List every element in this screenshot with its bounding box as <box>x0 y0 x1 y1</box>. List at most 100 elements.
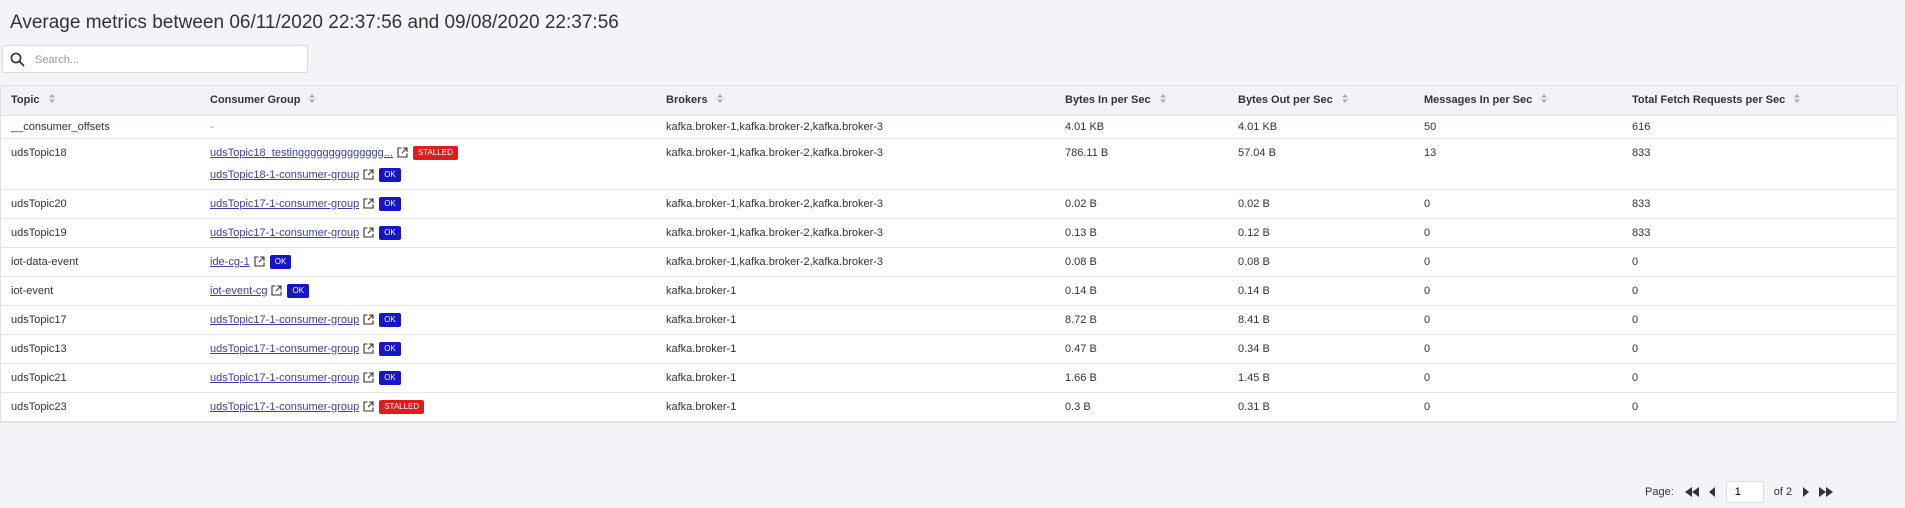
consumer-group-link[interactable]: ide-cg-1 <box>210 256 250 268</box>
next-page-button[interactable] <box>1802 486 1810 498</box>
external-link-icon[interactable] <box>363 342 374 359</box>
messages-in-cell: 0 <box>1414 363 1622 393</box>
column-header-label: Total Fetch Requests per Sec <box>1632 94 1786 107</box>
sort-icon[interactable] <box>309 94 316 106</box>
last-page-button[interactable] <box>1818 486 1834 498</box>
column-header-label: Consumer Group <box>210 94 301 107</box>
column-header-bytes-out[interactable]: Bytes Out per Sec <box>1228 86 1414 116</box>
table-row: udsTopic23 udsTopic17-1-consumer-group STA… <box>1 392 1897 422</box>
external-link-icon[interactable] <box>363 371 374 388</box>
table-row: udsTopic21 udsTopic17-1-consumer-group OK k… <box>1 363 1897 393</box>
external-link-icon[interactable] <box>363 313 374 330</box>
table-row: udsTopic20 udsTopic17-1-consumer-group OK k… <box>1 189 1897 219</box>
topic-cell: iot-data-event <box>1 247 200 277</box>
topic-cell: udsTopic21 <box>1 363 200 393</box>
column-header-bytes-in[interactable]: Bytes In per Sec <box>1055 86 1228 116</box>
external-link-icon[interactable] <box>397 146 408 163</box>
column-header-label: Bytes In per Sec <box>1065 94 1151 107</box>
table-row: udsTopic13 udsTopic17-1-consumer-group OK k… <box>1 334 1897 364</box>
consumer-group-link[interactable]: udsTopic18-1-consumer-group <box>210 169 359 181</box>
chevron-right-icon <box>1803 487 1810 497</box>
topic-cell: iot-event <box>1 276 200 306</box>
sort-icon[interactable] <box>48 94 55 106</box>
search-input[interactable] <box>33 50 297 70</box>
external-link-icon[interactable] <box>363 400 374 417</box>
topic-cell: udsTopic23 <box>1 392 200 422</box>
consumer-group-entry: udsTopic17-1-consumer-group OK <box>210 225 656 241</box>
messages-in-cell: 0 <box>1414 334 1622 364</box>
fetch-requests-cell: 0 <box>1622 334 1897 364</box>
prev-page-button[interactable] <box>1708 486 1716 498</box>
column-header-fetch-requests[interactable]: Total Fetch Requests per Sec <box>1622 86 1897 116</box>
consumer-group-cell: udsTopic17-1-consumer-group OK <box>200 218 656 248</box>
consumer-group-link[interactable]: udsTopic17-1-consumer-group <box>210 314 359 326</box>
consumer-group-link[interactable]: udsTopic17-1-consumer-group <box>210 227 359 239</box>
fetch-requests-cell: 0 <box>1622 276 1897 306</box>
consumer-group-entry: udsTopic17-1-consumer-group OK <box>210 370 656 386</box>
table-header-row: Topic Consumer Group Brokers Bytes In per S… <box>1 86 1897 116</box>
consumer-group-entry: udsTopic18_testingggggggggggggg... STALLE… <box>210 145 656 161</box>
topic-cell: udsTopic13 <box>1 334 200 364</box>
column-header-brokers[interactable]: Brokers <box>656 86 1055 116</box>
external-link-icon[interactable] <box>254 255 265 272</box>
table-body: __consumer_offsets - kafka.broker-1,kafka.… <box>1 115 1897 422</box>
brokers-cell: kafka.broker-1 <box>656 392 1055 422</box>
fetch-requests-cell: 0 <box>1622 247 1897 277</box>
messages-in-cell: 0 <box>1414 392 1622 422</box>
external-link-icon[interactable] <box>363 168 374 185</box>
sort-icon[interactable] <box>1794 94 1801 106</box>
table-row: udsTopic17 udsTopic17-1-consumer-group OK k… <box>1 305 1897 335</box>
consumer-group-entry: udsTopic17-1-consumer-group OK <box>210 312 656 328</box>
consumer-group-link[interactable]: iot-event-cg <box>210 285 267 297</box>
fetch-requests-cell: 616 <box>1622 115 1897 139</box>
table-row: __consumer_offsets - kafka.broker-1,kafka.… <box>1 115 1897 139</box>
first-page-button[interactable] <box>1684 486 1700 498</box>
consumer-group-link[interactable]: udsTopic17-1-consumer-group <box>210 343 359 355</box>
sort-icon[interactable] <box>1541 94 1548 106</box>
external-link-icon[interactable] <box>363 197 374 214</box>
brokers-cell: kafka.broker-1,kafka.broker-2,kafka.brok… <box>656 247 1055 277</box>
consumer-group-link[interactable]: udsTopic17-1-consumer-group <box>210 198 359 210</box>
brokers-cell: kafka.broker-1 <box>656 276 1055 306</box>
column-header-topic[interactable]: Topic <box>1 86 200 116</box>
sort-icon[interactable] <box>1159 94 1166 106</box>
page-number-input[interactable] <box>1725 481 1764 503</box>
sort-icon[interactable] <box>1341 94 1348 106</box>
consumer-group-entry: ide-cg-1 OK <box>210 254 656 270</box>
status-badge: STALLED <box>412 145 458 160</box>
messages-in-cell: 0 <box>1414 305 1622 335</box>
bytes-in-cell: 1.66 B <box>1055 363 1228 393</box>
consumer-group-cell: udsTopic17-1-consumer-group STALLED <box>200 392 656 422</box>
status-badge: OK <box>379 370 401 385</box>
fetch-requests-cell: 833 <box>1622 218 1897 248</box>
bytes-out-cell: 0.14 B <box>1228 276 1414 306</box>
table-row: iot-event iot-event-cg OK kafka.broker-1 0.1… <box>1 276 1897 306</box>
consumer-group-link[interactable]: udsTopic17-1-consumer-group <box>210 372 359 384</box>
consumer-group-entry: iot-event-cg OK <box>210 283 656 299</box>
consumer-group-link[interactable]: udsTopic18_testingggggggggggggg... <box>210 147 393 159</box>
consumer-group-link[interactable]: udsTopic17-1-consumer-group <box>210 401 359 413</box>
bytes-in-cell: 0.13 B <box>1055 218 1228 248</box>
search-icon <box>10 52 25 67</box>
column-header-consumer-group[interactable]: Consumer Group <box>200 86 656 116</box>
table-row: udsTopic19 udsTopic17-1-consumer-group OK k… <box>1 218 1897 248</box>
column-header-label: Brokers <box>666 94 708 107</box>
consumer-group-entry: udsTopic17-1-consumer-group OK <box>210 341 656 357</box>
messages-in-cell: 0 <box>1414 276 1622 306</box>
external-link-icon[interactable] <box>271 284 283 301</box>
bytes-in-cell: 4.01 KB <box>1055 115 1228 139</box>
bytes-out-cell: 0.08 B <box>1228 247 1414 277</box>
topic-cell: __consumer_offsets <box>1 115 200 139</box>
status-badge: OK <box>379 225 401 240</box>
bytes-in-cell: 0.14 B <box>1055 276 1228 306</box>
no-consumer-group: - <box>210 120 214 133</box>
table-row: udsTopic18 udsTopic18_testinggggggggggggg… <box>1 138 1897 190</box>
brokers-cell: kafka.broker-1,kafka.broker-2,kafka.brok… <box>656 189 1055 219</box>
sort-icon[interactable] <box>716 94 723 106</box>
column-header-messages-in[interactable]: Messages In per Sec <box>1414 86 1622 116</box>
status-badge: STALLED <box>379 399 425 414</box>
status-badge: OK <box>379 167 401 182</box>
external-link-icon[interactable] <box>363 226 374 243</box>
topic-cell: udsTopic17 <box>1 305 200 335</box>
messages-in-cell: 0 <box>1414 189 1622 219</box>
